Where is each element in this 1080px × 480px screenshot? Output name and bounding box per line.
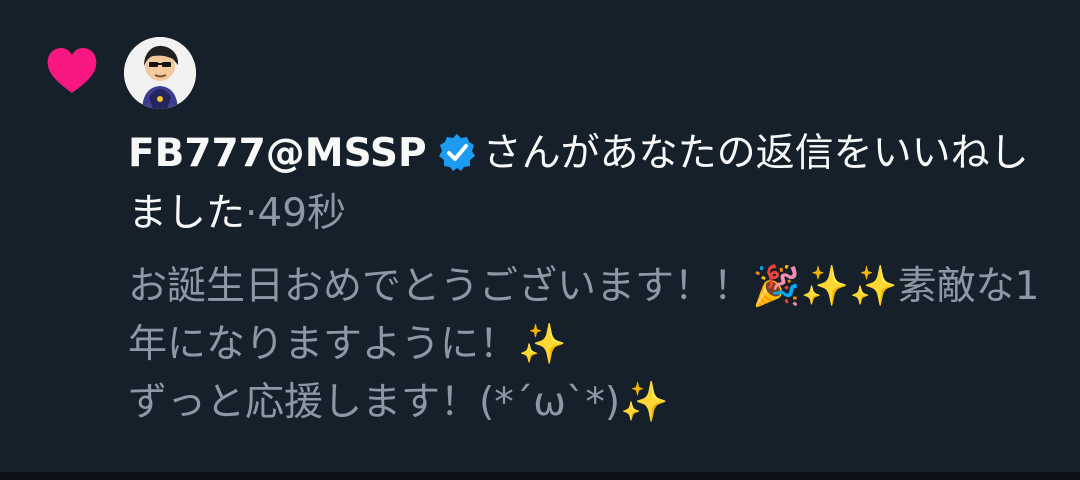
like-notification[interactable]: FB777@MSSP さんがあなたの返信をいいねしました·49秒 お誕生日おめで… bbox=[0, 0, 1080, 472]
username[interactable]: FB777@MSSP bbox=[128, 131, 427, 176]
timestamp: 49秒 bbox=[257, 191, 347, 236]
verified-icon bbox=[437, 130, 477, 171]
divider bbox=[0, 472, 1080, 480]
time-separator: · bbox=[245, 191, 258, 236]
avatar[interactable] bbox=[124, 37, 196, 109]
heart-icon bbox=[47, 48, 97, 93]
notification-message: FB777@MSSP さんがあなたの返信をいいねしました·49秒 bbox=[128, 124, 1058, 244]
reply-text: お誕生日おめでとうございます！！🎉✨✨素敵な1年になりますように！✨ ずっと応援… bbox=[128, 264, 1040, 425]
